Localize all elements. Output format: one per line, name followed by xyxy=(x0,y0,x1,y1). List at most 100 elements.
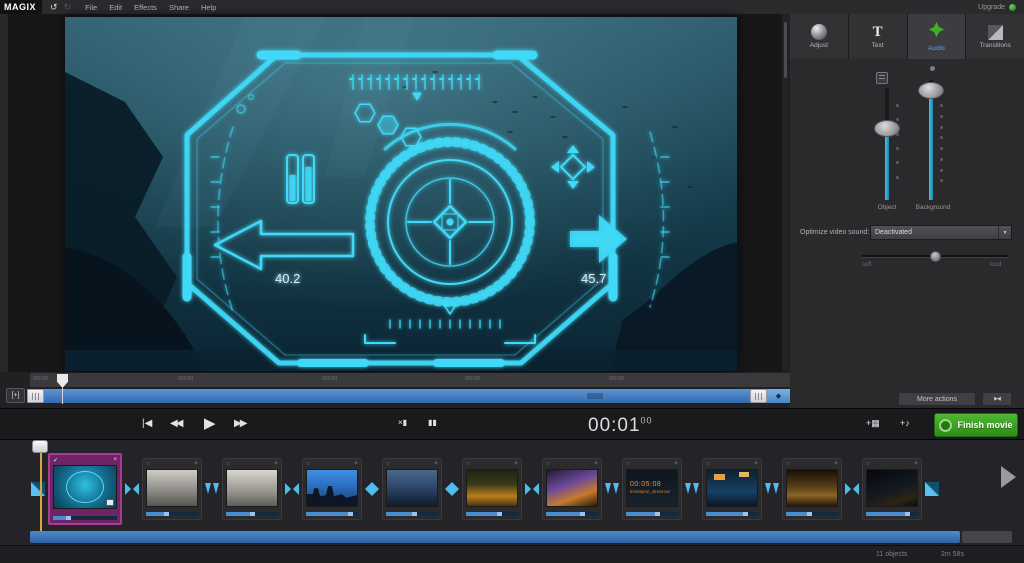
clip-overlay: 00:05:08timelapse_street.avi xyxy=(630,480,670,495)
timeline-scrollbar[interactable] xyxy=(30,531,960,543)
preview-timeline-ruler[interactable]: 00:0000:0000:0000:0000:00 xyxy=(30,373,790,387)
tab-transitions[interactable]: Transitions xyxy=(966,14,1024,59)
timeline-clip[interactable]: ○× xyxy=(302,458,362,520)
timeline-clip[interactable]: ○× xyxy=(462,458,522,520)
scrubber-zoom-button[interactable]: ◆ xyxy=(767,389,790,403)
scroll-right-arrow[interactable] xyxy=(1001,466,1016,488)
transition-icon-diamond[interactable] xyxy=(362,481,382,497)
clip-rotate-icon[interactable]: ○ xyxy=(226,461,230,467)
timeline-scrollbar-end[interactable] xyxy=(962,531,1012,543)
transition-icon-mdown[interactable] xyxy=(202,481,222,497)
scrub-right-handle[interactable] xyxy=(750,389,767,403)
clip-close-icon[interactable]: × xyxy=(834,461,838,467)
clip-close-icon[interactable]: × xyxy=(354,461,358,467)
clip-close-icon[interactable]: × xyxy=(914,461,918,467)
menu-bar: MAGIX ↺ ↻ FileEditEffectsShareHelp Upgra… xyxy=(0,0,1024,14)
clip-close-icon[interactable]: × xyxy=(674,461,678,467)
timeline-clip[interactable]: ○ × 00:05:08timelapse_street.avi xyxy=(622,458,682,520)
clip-rotate-icon[interactable]: ○ xyxy=(706,461,710,467)
tab-audio[interactable]: Audio xyxy=(908,14,966,59)
timeline-clip[interactable]: ✓× xyxy=(48,453,122,525)
rewind-button[interactable]: ◀◀ xyxy=(170,418,181,429)
sound-mix-handle[interactable] xyxy=(930,251,941,262)
slider-scale-dot xyxy=(896,104,899,107)
clip-rotate-icon[interactable]: ○ xyxy=(546,461,550,467)
range-marker-button[interactable]: [+] xyxy=(6,388,25,403)
video-preview[interactable]: 40.2 45.7 xyxy=(65,17,737,371)
timeline-clip[interactable]: ○× xyxy=(782,458,842,520)
film-badge-icon xyxy=(106,499,114,506)
timeline-clip[interactable]: ○× xyxy=(382,458,442,520)
clip-rotate-icon[interactable]: ○ xyxy=(786,461,790,467)
more-actions-button[interactable]: More actions xyxy=(898,392,976,406)
clip-close-icon[interactable]: × xyxy=(194,461,198,467)
preview-scrollbar[interactable] xyxy=(783,18,788,368)
clip-duration-bar xyxy=(626,512,678,516)
play-button[interactable]: ▶ xyxy=(204,414,216,432)
finish-movie-button[interactable]: Finish movie xyxy=(934,413,1018,437)
timeline-clip[interactable]: ○× xyxy=(702,458,762,520)
clip-rotate-icon[interactable]: ○ xyxy=(386,461,390,467)
transition-icon-bowtie[interactable] xyxy=(122,481,142,497)
menu-item-share[interactable]: Share xyxy=(169,3,189,12)
timeline: ✓×○×○×○×○×○×○×○×00:05:08timelapse_street… xyxy=(0,440,1024,545)
jump-start-button[interactable]: |◀ xyxy=(142,418,152,429)
mix-loud-label: loud xyxy=(990,262,1001,268)
clip-rotate-icon[interactable]: ○ xyxy=(866,461,870,467)
clip-close-icon[interactable]: × xyxy=(113,457,117,463)
transition-icon-diamond[interactable] xyxy=(442,481,462,497)
clip-check-icon[interactable]: ✓ xyxy=(53,457,58,464)
scrub-left-handle[interactable] xyxy=(27,389,44,403)
timeline-clip[interactable]: ○× xyxy=(542,458,602,520)
status-green-dot-icon xyxy=(1009,4,1016,11)
add-video-button[interactable]: +▦ xyxy=(866,418,880,429)
split-object-button[interactable]: ▮▮ xyxy=(428,418,437,427)
clip-rotate-icon[interactable]: ○ xyxy=(466,461,470,467)
transition-icon-bowtie[interactable] xyxy=(522,481,542,497)
timeline-clip[interactable]: ○× xyxy=(222,458,282,520)
clip-rotate-icon[interactable]: ○ xyxy=(306,461,310,467)
tab-adjust[interactable]: Adjust xyxy=(790,14,848,59)
redo-icon[interactable]: ↻ xyxy=(64,2,72,13)
transition-icon-mdown[interactable] xyxy=(682,481,702,497)
preview-scrub-track[interactable]: ◆ xyxy=(27,389,790,403)
menu-item-file[interactable]: File xyxy=(85,3,97,12)
clip-timecode: 00:05:08 xyxy=(630,480,670,489)
add-music-button[interactable]: +♪ xyxy=(900,418,910,428)
remove-object-button[interactable]: ×▮ xyxy=(398,418,407,427)
ruler-label: 00:00 xyxy=(609,376,624,382)
clip-rotate-icon[interactable]: ○ xyxy=(146,461,150,467)
clip-close-icon[interactable]: × xyxy=(274,461,278,467)
clip-close-icon[interactable]: × xyxy=(754,461,758,467)
tab-text[interactable]: TText xyxy=(849,14,907,59)
hud-right-readout: 45.7 xyxy=(581,271,606,286)
clip-header: ○× xyxy=(863,459,921,469)
clip-close-icon[interactable]: × xyxy=(434,461,438,467)
clip-close-icon[interactable]: × xyxy=(594,461,598,467)
fast-forward-button[interactable]: ▶▶ xyxy=(234,418,245,429)
undo-icon[interactable]: ↺ xyxy=(50,2,58,13)
timeline-clip[interactable]: ○× xyxy=(862,458,922,520)
optimize-sound-dropdown[interactable]: Deactivated ▼ xyxy=(870,225,1012,240)
transition-icon-mdown[interactable] xyxy=(602,481,622,497)
transition-icon-bowtie[interactable] xyxy=(842,481,862,497)
fit-view-button[interactable]: ▶◀ xyxy=(982,392,1012,406)
timeline-clip[interactable]: ○× xyxy=(142,458,202,520)
clip-rotate-icon[interactable]: ○ xyxy=(626,461,630,467)
mute-toggle-button[interactable] xyxy=(876,72,888,84)
transition-icon-mdown[interactable] xyxy=(762,481,782,497)
clip-close-icon[interactable]: × xyxy=(514,461,518,467)
clip-thumbnail xyxy=(706,469,758,507)
transition-icon-bowtie[interactable] xyxy=(282,481,302,497)
background-volume-handle[interactable] xyxy=(918,82,944,99)
menu-item-edit[interactable]: Edit xyxy=(109,3,122,12)
transition-icon-diag[interactable] xyxy=(922,481,942,497)
upgrade-area[interactable]: Upgrade xyxy=(978,0,1016,14)
ruler-label: 00:00 xyxy=(178,376,193,382)
transition-icon-diag[interactable] xyxy=(28,481,48,497)
menu-item-effects[interactable]: Effects xyxy=(134,3,157,12)
clip-header: ○× xyxy=(783,459,841,469)
menu-item-help[interactable]: Help xyxy=(201,3,216,12)
timeline-playhead-handle[interactable] xyxy=(32,440,48,453)
clip-duration-fill xyxy=(706,512,748,516)
